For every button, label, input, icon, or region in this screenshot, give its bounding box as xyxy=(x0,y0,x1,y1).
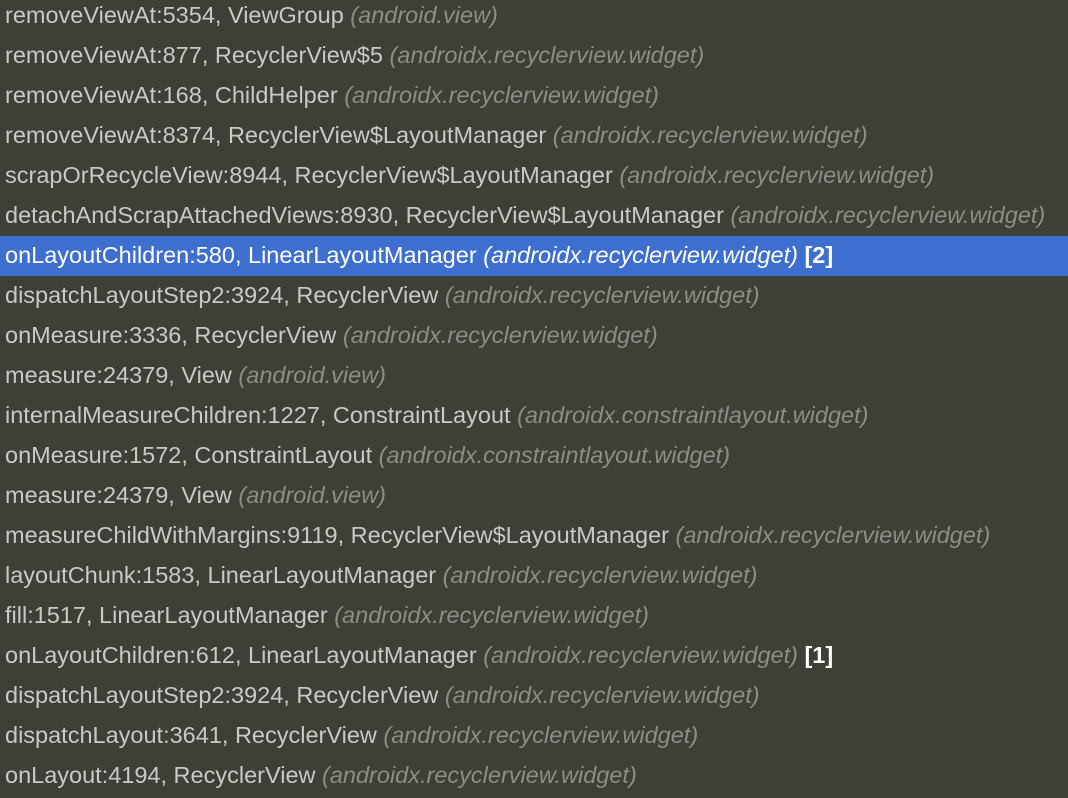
stack-frame[interactable]: layoutChunk:1583, LinearLayoutManager (a… xyxy=(0,556,1068,596)
frame-package: (androidx.recyclerview.widget) xyxy=(444,682,760,708)
frame-package: (androidx.recyclerview.widget) xyxy=(342,322,658,348)
frame-package: (androidx.recyclerview.widget) xyxy=(334,602,649,628)
frame-method: dispatchLayoutStep2:3924, RecyclerView xyxy=(5,682,439,708)
frame-method: removeViewAt:877, RecyclerView$5 xyxy=(5,42,383,68)
frame-method: onMeasure:3336, RecyclerView xyxy=(5,322,337,348)
frame-package: (androidx.recyclerview.widget) xyxy=(383,722,699,748)
frame-package: (android.view) xyxy=(238,482,387,508)
stack-frame[interactable]: dispatchLayoutStep2:3924, RecyclerView (… xyxy=(0,676,1068,716)
frame-package: (androidx.constraintlayout.widget) xyxy=(378,442,731,468)
stack-frame[interactable]: dispatchLayout:3641, RecyclerView (andro… xyxy=(0,716,1068,756)
frame-package: (androidx.constraintlayout.widget) xyxy=(517,402,869,428)
call-stack-frames-list: removeViewAt:5354, ViewGroup (android.vi… xyxy=(0,0,1068,798)
frame-method: layoutChunk:1583, LinearLayoutManager xyxy=(5,562,437,588)
stack-frame-selected[interactable]: onLayoutChildren:580, LinearLayoutManage… xyxy=(0,236,1068,276)
stack-frame[interactable]: onMeasure:3336, RecyclerView (androidx.r… xyxy=(0,316,1068,356)
stack-frame[interactable]: removeViewAt:8374, RecyclerView$LayoutMa… xyxy=(0,116,1068,156)
frame-package: (androidx.recyclerview.widget) xyxy=(619,162,935,188)
stack-frame[interactable]: dispatchLayoutStep2:3924, RecyclerView (… xyxy=(0,276,1068,316)
stack-frame[interactable]: measureChildWithMargins:9119, RecyclerVi… xyxy=(0,516,1068,556)
stack-frame[interactable]: onLayoutChildren:612, LinearLayoutManage… xyxy=(0,636,1068,676)
stack-frame[interactable]: measure:24379, View (android.view) xyxy=(0,476,1068,516)
frame-method: scrapOrRecycleView:8944, RecyclerView$La… xyxy=(5,162,613,188)
stack-frame[interactable]: removeViewAt:5354, ViewGroup (android.vi… xyxy=(0,0,1068,36)
frame-method: measureChildWithMargins:9119, RecyclerVi… xyxy=(5,522,669,548)
frame-method: removeViewAt:168, ChildHelper xyxy=(5,82,338,108)
frame-badge: [1] xyxy=(804,642,834,668)
stack-frame[interactable]: onLayout:4194, RecyclerView (androidx.re… xyxy=(0,756,1068,796)
frame-method: removeViewAt:5354, ViewGroup xyxy=(5,2,344,28)
frame-package: (androidx.recyclerview.widget) xyxy=(322,762,637,788)
stack-frame[interactable]: fill:1517, LinearLayoutManager (androidx… xyxy=(0,596,1068,636)
frame-method: measure:24379, View xyxy=(5,482,232,508)
frame-package: (androidx.recyclerview.widget) xyxy=(552,122,868,148)
frame-package: (androidx.recyclerview.widget) xyxy=(444,282,760,308)
frame-method: onMeasure:1572, ConstraintLayout xyxy=(5,442,373,468)
stack-frame[interactable]: measure:24379, View (android.view) xyxy=(0,356,1068,396)
frame-method: dispatchLayout:3641, RecyclerView xyxy=(5,722,377,748)
frame-package: (androidx.recyclerview.widget) xyxy=(483,642,798,668)
stack-frame[interactable]: detachAndScrapAttachedViews:8930, Recycl… xyxy=(0,196,1068,236)
frame-package: (androidx.recyclerview.widget) xyxy=(344,82,659,108)
stack-frame[interactable]: onMeasure:1572, ConstraintLayout (androi… xyxy=(0,436,1068,476)
frame-package: (androidx.recyclerview.widget) xyxy=(675,522,991,548)
frame-package: (android.view) xyxy=(350,2,498,28)
frame-method: internalMeasureChildren:1227, Constraint… xyxy=(5,402,511,428)
stack-frame[interactable]: removeViewAt:168, ChildHelper (androidx.… xyxy=(0,76,1068,116)
frame-method: fill:1517, LinearLayoutManager xyxy=(5,602,328,628)
stack-frame[interactable]: scrapOrRecycleView:8944, RecyclerView$La… xyxy=(0,156,1068,196)
frame-method: onLayoutChildren:612, LinearLayoutManage… xyxy=(5,642,477,668)
frame-method: detachAndScrapAttachedViews:8930, Recycl… xyxy=(5,202,724,228)
stack-frame[interactable]: internalMeasureChildren:1227, Constraint… xyxy=(0,396,1068,436)
frame-package: (androidx.recyclerview.widget) xyxy=(389,42,705,68)
frame-method: removeViewAt:8374, RecyclerView$LayoutMa… xyxy=(5,122,547,148)
frame-method: onLayout:4194, RecyclerView xyxy=(5,762,316,788)
frame-package: (androidx.recyclerview.widget) xyxy=(442,562,758,588)
frame-package: (androidx.recyclerview.widget) xyxy=(730,202,1046,228)
frame-package: (android.view) xyxy=(238,362,387,388)
frame-badge: [2] xyxy=(804,242,834,268)
stack-frame[interactable]: removeViewAt:877, RecyclerView$5 (androi… xyxy=(0,36,1068,76)
frame-method: onLayoutChildren:580, LinearLayoutManage… xyxy=(5,242,477,268)
frame-package: (androidx.recyclerview.widget) xyxy=(483,242,798,268)
frame-method: measure:24379, View xyxy=(5,362,232,388)
frame-method: dispatchLayoutStep2:3924, RecyclerView xyxy=(5,282,439,308)
